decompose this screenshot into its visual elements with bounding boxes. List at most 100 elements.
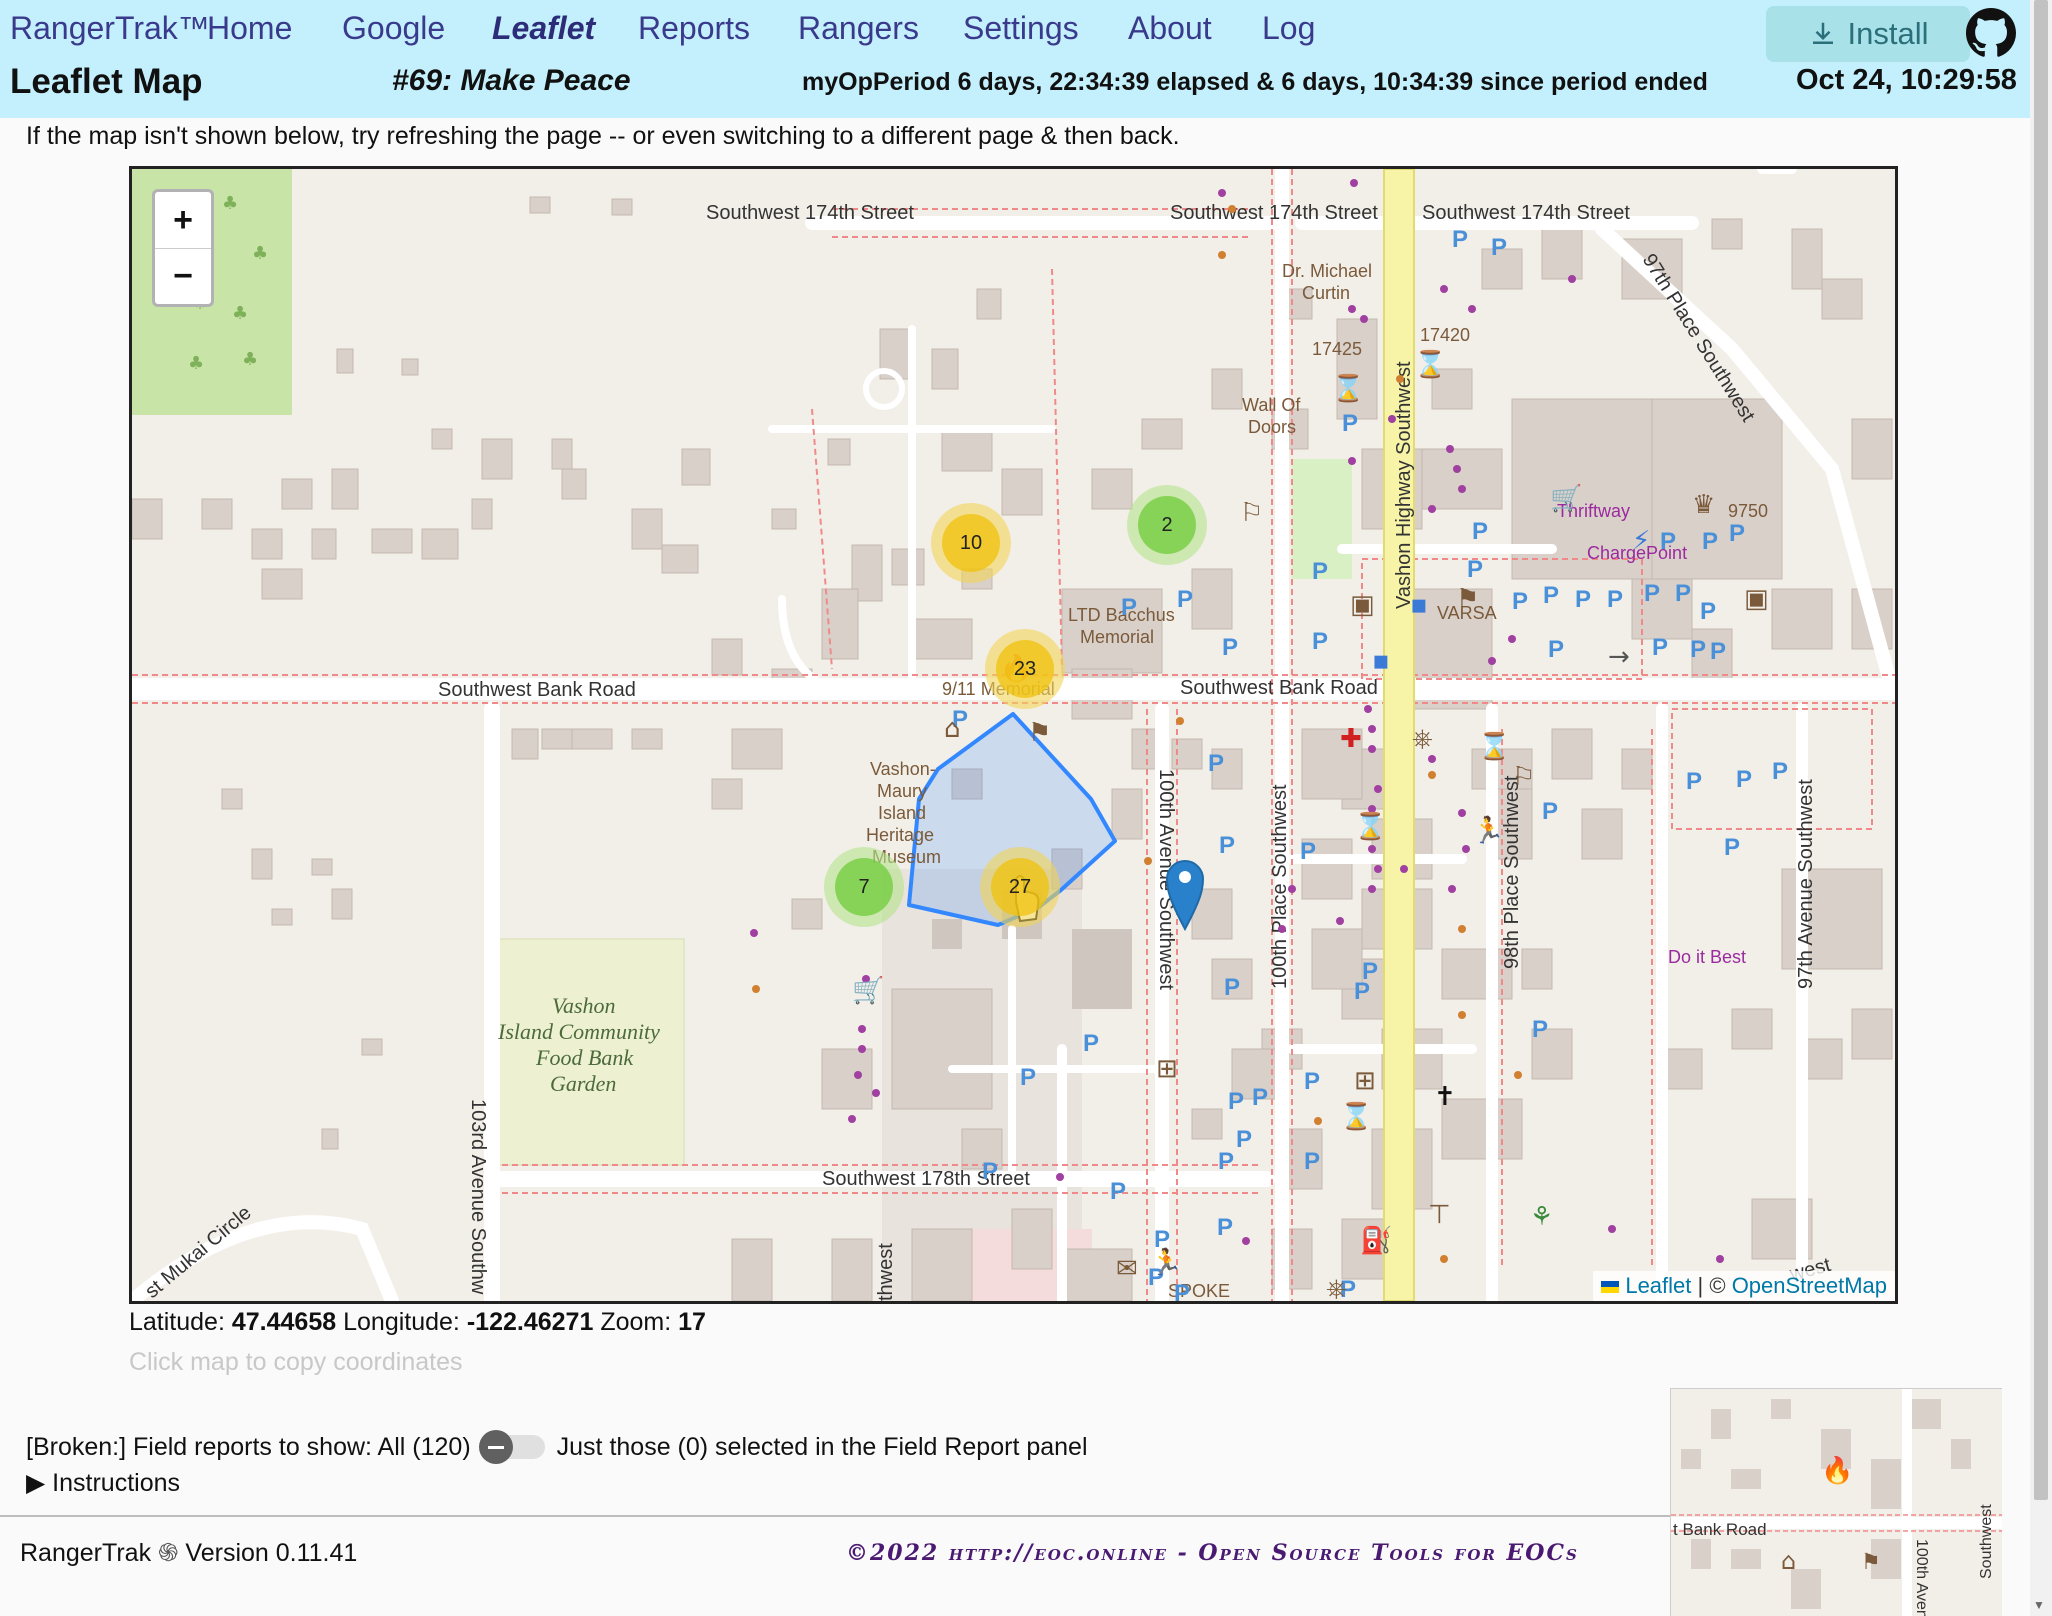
svg-text:P: P — [1312, 628, 1328, 655]
svg-text:P: P — [982, 1158, 998, 1185]
zoom-in-button[interactable]: + — [155, 192, 211, 248]
svg-text:⚐: ⚐ — [1512, 762, 1535, 792]
svg-text:P: P — [1304, 1068, 1320, 1095]
svg-text:⎈: ⎈ — [1412, 724, 1433, 754]
zoom-out-button[interactable]: − — [155, 248, 211, 304]
svg-text:P: P — [1312, 558, 1328, 585]
marker-cluster[interactable]: 23 — [985, 629, 1065, 709]
version-text: Version 0.11.41 — [185, 1539, 358, 1567]
svg-text:P: P — [1772, 758, 1788, 785]
nav-rangers[interactable]: Rangers — [798, 10, 919, 47]
svg-text:⊞: ⊞ — [1156, 1054, 1178, 1084]
nav-reports[interactable]: Reports — [638, 10, 750, 47]
marker-cluster[interactable]: 10 — [931, 503, 1011, 583]
svg-text:▪: ▪ — [1410, 590, 1428, 620]
install-label: Install — [1847, 16, 1929, 51]
zoom-value: 17 — [678, 1308, 706, 1336]
svg-text:P: P — [1252, 1084, 1268, 1111]
poi-label: Food Bank — [535, 1045, 634, 1070]
page-title: Leaflet Map — [10, 62, 203, 101]
svg-text:P: P — [1542, 798, 1558, 825]
coordinates-readout: Latitude: 47.44658 Longitude: -122.46271… — [129, 1308, 706, 1337]
filter-all-label: [Broken:] Field reports to show: All (12… — [26, 1432, 471, 1461]
poi-label: Island — [878, 803, 926, 823]
svg-text:P: P — [1724, 834, 1740, 861]
svg-text:P: P — [1174, 1280, 1190, 1301]
nav-settings[interactable]: Settings — [963, 10, 1079, 47]
minimap-street-label: Southwest — [1978, 1504, 1995, 1579]
marker-cluster[interactable]: 2 — [1127, 485, 1207, 565]
minimap-road-label: t Bank Road — [1673, 1520, 1767, 1539]
nav-home[interactable]: Home — [207, 10, 292, 47]
cluster-count: 7 — [835, 858, 893, 916]
road-label: Southwest 174th Street — [1170, 202, 1378, 224]
svg-text:P: P — [1218, 1148, 1234, 1175]
svg-text:🛒: 🛒 — [852, 975, 884, 1006]
nav-google[interactable]: Google — [342, 10, 445, 47]
svg-text:P: P — [1700, 598, 1716, 625]
svg-text:P: P — [1644, 580, 1660, 607]
poi-label: Dr. Michael — [1282, 261, 1372, 281]
svg-text:P: P — [1548, 636, 1564, 663]
svg-text:P: P — [1607, 586, 1623, 613]
scroll-down-icon[interactable]: ▼ — [2033, 1598, 2045, 1612]
nav-log[interactable]: Log — [1262, 10, 1315, 47]
svg-text:P: P — [1710, 638, 1726, 665]
svg-text:♣: ♣ — [188, 353, 204, 374]
svg-text:⚡: ⚡ — [1632, 526, 1650, 556]
svg-text:⌂: ⌂ — [1781, 1547, 1796, 1575]
svg-text:P: P — [1110, 1178, 1126, 1205]
map-tiles[interactable]: Southwest 174th Street Southwest 174th S… — [132, 169, 1895, 1301]
attribution-separator: | © — [1697, 1273, 1726, 1298]
svg-text:P: P — [1121, 594, 1137, 621]
svg-text:P: P — [1472, 518, 1488, 545]
svg-text:P: P — [1228, 1088, 1244, 1115]
lat-value: 47.44658 — [231, 1308, 337, 1336]
leaflet-link[interactable]: Leaflet — [1625, 1273, 1691, 1298]
mini-map[interactable]: 🔥 ⌂ ⚑ t Bank Road 100th Avenue Southwest — [1670, 1388, 2002, 1616]
svg-text:P: P — [1660, 528, 1676, 555]
svg-text:→: → — [1608, 642, 1630, 672]
osm-link[interactable]: OpenStreetMap — [1732, 1273, 1887, 1298]
install-button[interactable]: Install — [1766, 6, 1970, 62]
svg-text:⚑: ⚑ — [1028, 718, 1051, 748]
brand-link[interactable]: RangerTrak™ — [10, 10, 210, 47]
minimap-street-label: 100th Avenue — [1913, 1539, 1930, 1616]
svg-text:♣: ♣ — [232, 303, 248, 324]
road-label: Southwest 174th Street — [1422, 202, 1630, 224]
marker-cluster[interactable]: 7 — [824, 847, 904, 927]
svg-text:P: P — [1177, 586, 1193, 613]
svg-text:P: P — [1575, 586, 1591, 613]
svg-text:P: P — [1491, 234, 1507, 261]
svg-text:🏃: 🏃 — [1150, 1247, 1182, 1278]
field-report-toggle[interactable] — [478, 1430, 549, 1464]
lat-label: Latitude: — [129, 1308, 225, 1336]
svg-text:🛒: 🛒 — [1550, 483, 1582, 514]
road-label: 103rd Avenue Southw — [467, 1099, 489, 1295]
instructions-disclosure[interactable]: ▶ Instructions — [26, 1468, 180, 1498]
nav-about[interactable]: About — [1128, 10, 1212, 47]
svg-text:⊞: ⊞ — [1354, 1066, 1376, 1096]
poi-label: 17425 — [1312, 339, 1362, 359]
svg-text:⌛: ⌛ — [1414, 349, 1446, 380]
marker-cluster[interactable]: 27 — [980, 847, 1060, 927]
svg-text:▣: ▣ — [1350, 590, 1375, 620]
svg-text:▪: ▪ — [1372, 646, 1390, 676]
vashon-highway — [1383, 169, 1415, 1301]
field-reports-filter: [Broken:] Field reports to show: All (12… — [26, 1430, 1088, 1464]
svg-text:P: P — [1342, 410, 1358, 437]
lon-value: -122.46271 — [466, 1308, 594, 1336]
road-label: thwest — [875, 1243, 897, 1301]
download-icon — [1812, 22, 1833, 44]
github-icon[interactable] — [1966, 8, 2016, 58]
nav-leaflet[interactable]: Leaflet — [492, 10, 595, 47]
svg-text:P: P — [1236, 1126, 1252, 1153]
road-label: Southwest Bank Road — [438, 679, 636, 701]
scroll-thumb[interactable] — [2034, 0, 2048, 1500]
footer-version: RangerTrak ֍ Version 0.11.41 — [20, 1535, 357, 1569]
svg-text:♛: ♛ — [1692, 490, 1715, 520]
footer-copyright-link[interactable]: ©2022 http://eoc.online - Open Source To… — [846, 1540, 1579, 1566]
leaflet-map[interactable]: Southwest 174th Street Southwest 174th S… — [129, 166, 1898, 1304]
page-scrollbar[interactable]: ▲ ▼ — [2030, 0, 2052, 1616]
map-attribution: Leaflet | © OpenStreetMap — [1593, 1271, 1895, 1301]
